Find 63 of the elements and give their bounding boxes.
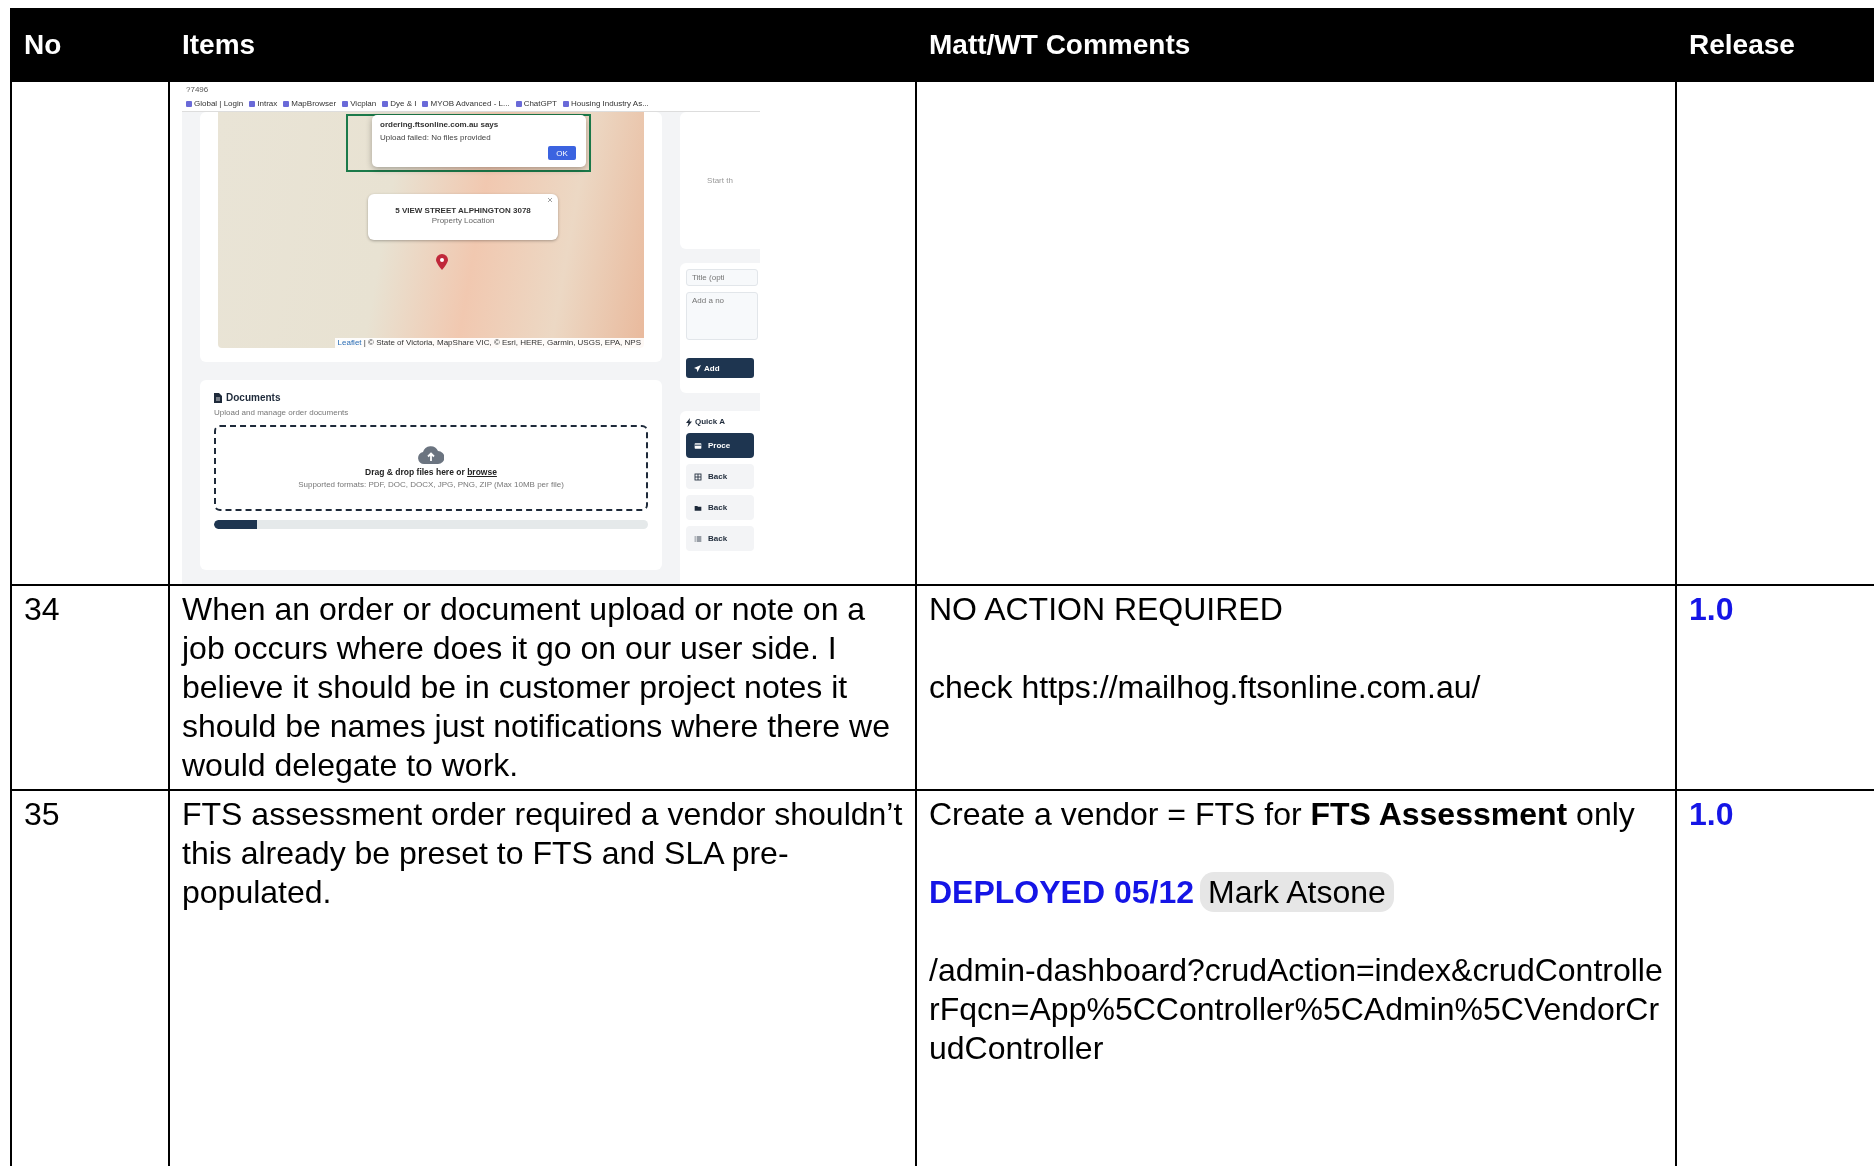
cloud-upload-icon — [418, 446, 444, 464]
comment-text: NO ACTION REQUIRED — [929, 590, 1284, 629]
list-icon — [694, 534, 702, 543]
add-button[interactable]: Add — [686, 358, 754, 378]
action-button[interactable]: Back — [686, 526, 754, 551]
bookmark-icon — [342, 101, 349, 107]
bookmark-icon — [249, 101, 256, 107]
section-subtitle: Upload and manage order documents — [214, 408, 350, 418]
grid-icon — [694, 472, 702, 481]
action-button[interactable]: Back — [686, 464, 754, 489]
person-chip: Mark Atsone — [1200, 872, 1394, 912]
supported-formats: Supported formats: PDF, DOC, DOCX, JPG, PNG, ZIP (Max 10MB per file) — [298, 480, 564, 490]
bookmark-icon — [515, 101, 522, 107]
bookmark-link[interactable]: Intrax — [257, 99, 278, 109]
address-text: ?7496 — [182, 84, 760, 97]
bookmark-icon — [283, 101, 290, 107]
dialog-title: ordering.ftsonline.com.au says — [380, 120, 500, 130]
comment-text: Create a vendor = FTS for FTS Assessment only — [929, 795, 1636, 834]
lightning-icon — [686, 417, 692, 427]
row-number: 35 — [11, 790, 169, 1166]
comment-text: check https://mailhog.ftsonline.com.au/ — [929, 668, 1482, 707]
close-icon[interactable] — [547, 197, 553, 203]
bookmark-icon — [422, 101, 429, 107]
item-text: When an order or document upload or note on a job occurs where does it go on our user side. I believe it should be in customer project notes it should be names just notifications where there we would delegate to work. — [169, 585, 916, 790]
bookmark-link[interactable]: Dye & I — [390, 99, 417, 109]
bookmark-link[interactable]: Global | Login — [194, 99, 244, 109]
popup-title: 5 VIEW STREET ALPHINGTON 3078 — [394, 206, 532, 216]
bookmark-icon — [563, 101, 569, 107]
browse-link[interactable]: browse — [467, 467, 497, 477]
folder-icon — [694, 503, 702, 512]
title-field[interactable]: Title (opti — [686, 269, 758, 286]
column-header: Release — [1676, 9, 1874, 81]
popup-subtitle: Property Location — [430, 216, 496, 226]
map-pin-icon — [436, 254, 448, 270]
bookmark-link[interactable]: Housing Industry As... — [571, 99, 649, 109]
drop-instruction: Drag & drop files here or browse — [365, 467, 497, 477]
document-icon — [214, 393, 222, 403]
bookmark-link[interactable]: MYOB Advanced - L... — [430, 99, 510, 109]
file-drop-zone[interactable]: Drag & drop files here or browse Supported formats: PDF, DOC, DOCX, JPG, PNG, ZIP (Max 10MB per file) — [214, 425, 648, 511]
dialog-message: Upload failed: No files provided — [380, 133, 492, 143]
status-label: DEPLOYED 05/12 — [929, 874, 1194, 910]
bookmark-icon — [186, 101, 192, 107]
bookmark-icon — [382, 101, 389, 107]
release-version: 1.0 — [1689, 591, 1734, 627]
url-text: /admin-dashboard?crudAction=index&crudControllerFqcn=App%5CController%5CAdmin%5CVendorCrudController — [929, 951, 1663, 1068]
action-button[interactable]: Proce — [686, 433, 754, 458]
release-version: 1.0 — [1689, 796, 1734, 832]
ok-button[interactable]: OK — [548, 146, 576, 160]
action-button[interactable]: Back — [686, 495, 754, 520]
column-header: No — [11, 9, 169, 81]
card-icon — [694, 441, 702, 450]
send-icon — [694, 364, 701, 372]
map-attribution: Leaflet | © State of Victoria, MapShare VIC, © Esri, HERE, Garmin, USGS, EPA, NPS — [334, 338, 644, 348]
bookmark-link[interactable]: MapBrowser — [291, 99, 337, 109]
row-number: 34 — [11, 585, 169, 790]
note-field[interactable]: Add a no — [686, 292, 758, 340]
section-title: Documents — [226, 392, 281, 404]
empty-state-text: Start th — [707, 175, 733, 186]
section-title: Quick A — [695, 417, 725, 427]
column-header: Matt/WT Comments — [916, 9, 1676, 81]
column-header: Items — [169, 9, 916, 81]
bookmark-link[interactable]: Vicplan — [350, 99, 377, 109]
bookmark-link[interactable]: ChatGPT — [523, 99, 557, 109]
